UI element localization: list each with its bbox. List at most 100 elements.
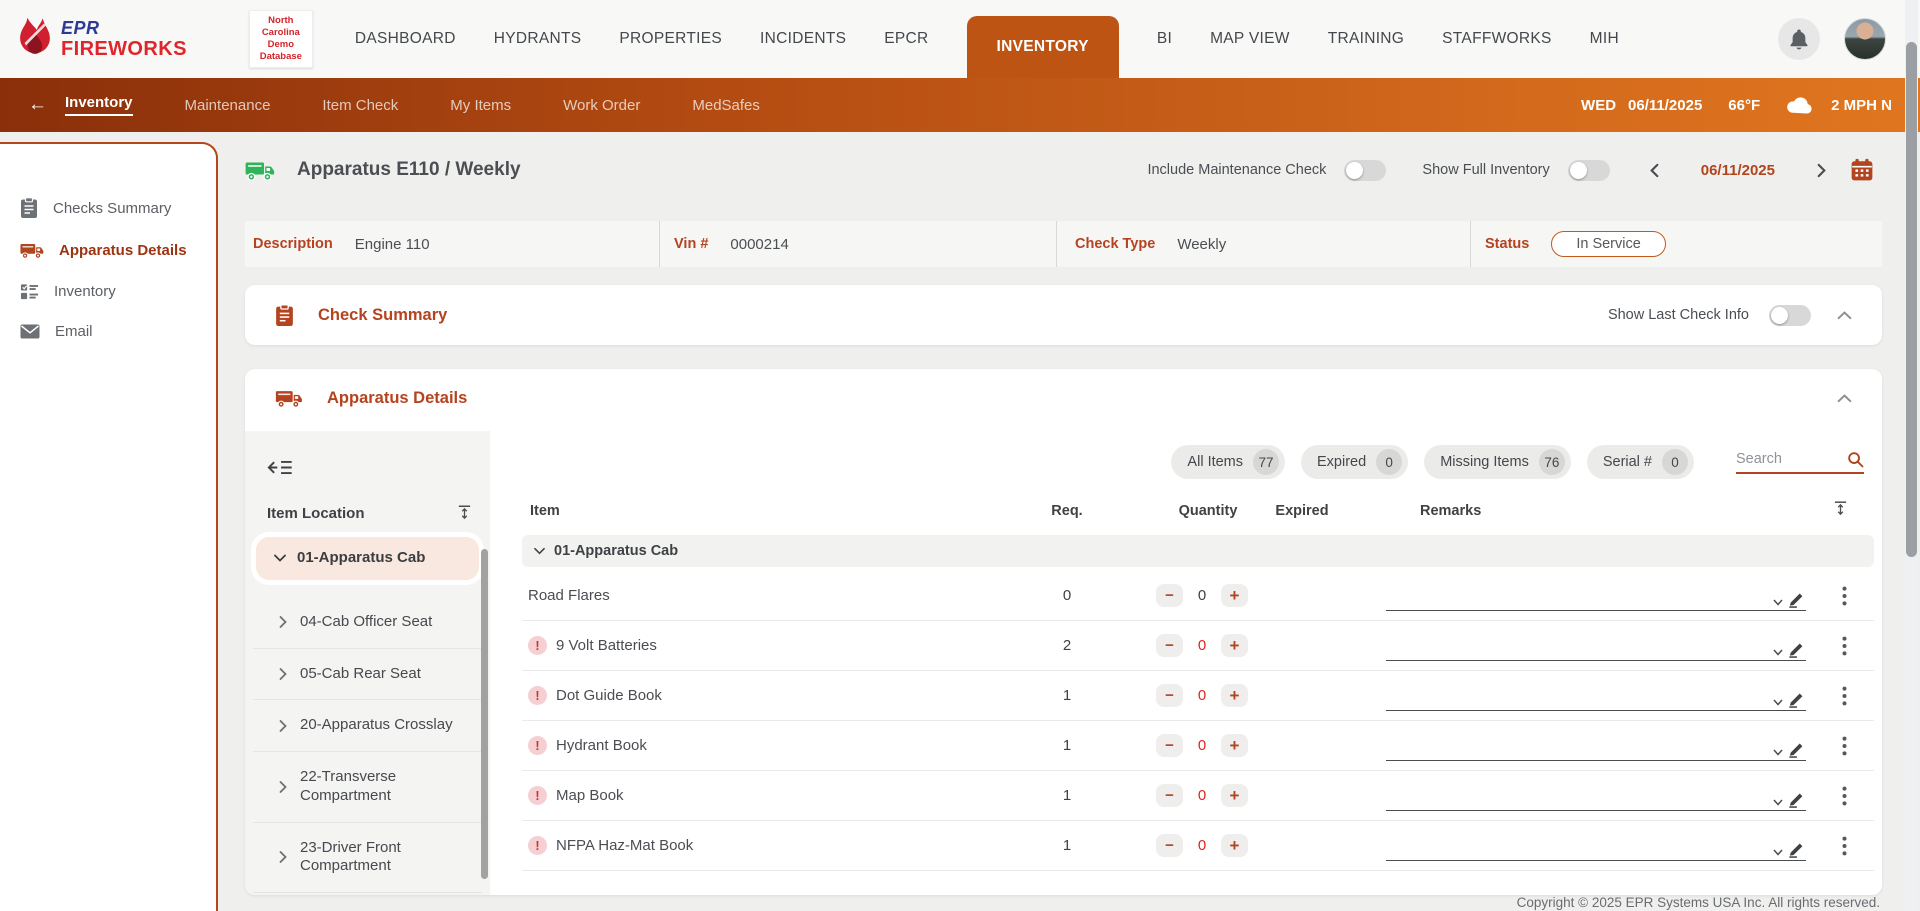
vin-value: 0000214 [730, 236, 788, 253]
increment-button[interactable] [1221, 734, 1248, 757]
remarks-input[interactable] [1386, 587, 1806, 611]
remarks-input[interactable] [1386, 837, 1806, 861]
search-input[interactable]: Search [1736, 451, 1864, 474]
chevron-down-icon[interactable] [1773, 849, 1783, 856]
chevron-down-icon[interactable] [1773, 649, 1783, 656]
location-tree-item[interactable]: 05-Cab Rear Seat [253, 649, 482, 701]
nav-tab[interactable]: TRAINING [1328, 30, 1404, 48]
sidebar-item-email[interactable]: Email [0, 312, 216, 351]
chevron-icon [276, 552, 284, 564]
row-menu-kebab-icon[interactable] [1838, 582, 1851, 609]
filter-chip[interactable]: Missing Items 76 [1424, 445, 1571, 479]
row-menu-kebab-icon[interactable] [1838, 832, 1851, 859]
nav-tab[interactable]: MIH [1590, 30, 1619, 48]
edit-pencil-icon[interactable] [1787, 691, 1804, 708]
remarks-input[interactable] [1386, 737, 1806, 761]
previous-date-button[interactable] [1650, 163, 1659, 178]
subnav-item[interactable]: MedSafes [692, 97, 760, 114]
edit-pencil-icon[interactable] [1787, 741, 1804, 758]
increment-button[interactable] [1221, 584, 1248, 607]
edit-pencil-icon[interactable] [1787, 841, 1804, 858]
sidebar-item-inventory[interactable]: Inventory [0, 271, 216, 312]
nav-tab[interactable]: INCIDENTS [760, 30, 846, 48]
filter-chip[interactable]: Serial # 0 [1587, 445, 1694, 479]
subnav-item[interactable]: Work Order [563, 97, 640, 114]
row-menu-kebab-icon[interactable] [1838, 782, 1851, 809]
location-tree-item[interactable]: 04-Cab Officer Seat [253, 597, 482, 649]
decrement-button[interactable] [1156, 584, 1183, 607]
location-tree-item[interactable]: 23-Driver Front Compartment [253, 823, 482, 894]
filter-chip[interactable]: Expired 0 [1301, 445, 1408, 479]
include-maintenance-toggle[interactable] [1344, 160, 1386, 181]
sidebar-item-label: Checks Summary [53, 200, 171, 217]
row-menu-kebab-icon[interactable] [1838, 732, 1851, 759]
show-last-check-toggle[interactable] [1769, 305, 1811, 326]
subnav-item[interactable]: My Items [450, 97, 511, 114]
chevron-down-icon[interactable] [1773, 699, 1783, 706]
page-scrollbar-thumb[interactable] [1906, 42, 1917, 557]
expand-rows-icon[interactable] [1833, 501, 1848, 518]
row-menu-kebab-icon[interactable] [1838, 632, 1851, 659]
epr-fireworks-logo[interactable]: EPR FIREWORKS [18, 17, 187, 61]
nav-tab[interactable]: DASHBOARD [355, 30, 456, 48]
nav-tab[interactable]: PROPERTIES [619, 30, 722, 48]
collapse-section-icon[interactable] [1837, 311, 1852, 320]
decrement-button[interactable] [1156, 834, 1183, 857]
location-label: 23-Driver Front Compartment [300, 839, 478, 877]
edit-pencil-icon[interactable] [1787, 791, 1804, 808]
tree-scrollbar[interactable] [481, 549, 488, 879]
sidebar-item-checks-summary[interactable]: Checks Summary [0, 186, 216, 230]
edit-pencil-icon[interactable] [1787, 641, 1804, 658]
filter-chip[interactable]: All Items 77 [1171, 445, 1285, 479]
user-avatar[interactable] [1844, 18, 1886, 60]
increment-button[interactable] [1221, 784, 1248, 807]
location-tree-item[interactable]: 22-Transverse Compartment [253, 752, 482, 823]
collapse-panel-icon[interactable] [267, 459, 293, 476]
subnav-item-inventory[interactable]: Inventory [65, 94, 133, 116]
chevron-down-icon[interactable] [1773, 799, 1783, 806]
chevron-down-icon[interactable] [1773, 749, 1783, 756]
nav-tab[interactable]: BI [1157, 30, 1172, 48]
nav-tab[interactable]: STAFFWORKS [1442, 30, 1552, 48]
remarks-input[interactable] [1386, 637, 1806, 661]
left-sidebar: Checks Summary Apparatus Details [0, 142, 218, 911]
check-date[interactable]: 06/11/2025 [1701, 162, 1775, 179]
collapse-section-icon[interactable] [1837, 394, 1852, 403]
decrement-button[interactable] [1156, 734, 1183, 757]
location-tree-item[interactable]: 32-Driver Rear [253, 893, 482, 895]
increment-button[interactable] [1221, 634, 1248, 657]
notifications-button[interactable] [1778, 18, 1820, 60]
decrement-button[interactable] [1156, 784, 1183, 807]
decrement-button[interactable] [1156, 684, 1183, 707]
item-name: Hydrant Book [556, 737, 647, 754]
decrement-button[interactable] [1156, 634, 1183, 657]
edit-pencil-icon[interactable] [1787, 591, 1804, 608]
filter-count-badge: 0 [1662, 449, 1688, 475]
back-arrow-icon[interactable]: ← [28, 94, 47, 116]
apparatus-details-controls [1837, 394, 1852, 403]
page-scrollbar[interactable] [1905, 0, 1918, 911]
sidebar-item-apparatus-details[interactable]: Apparatus Details [0, 230, 216, 271]
chevron-down-icon[interactable] [1773, 599, 1783, 606]
show-full-inventory-toggle[interactable] [1568, 160, 1610, 181]
remarks-input[interactable] [1386, 787, 1806, 811]
apparatus-details-title: Apparatus Details [327, 389, 467, 408]
nav-tab[interactable]: INVENTORY [967, 16, 1119, 78]
location-tree-item[interactable]: 20-Apparatus Crosslay [253, 700, 482, 752]
subnav-item[interactable]: Maintenance [185, 97, 271, 114]
expand-all-icon[interactable] [457, 505, 472, 522]
next-date-button[interactable] [1817, 163, 1826, 178]
increment-button[interactable] [1221, 684, 1248, 707]
quantity-value: 0 [1196, 787, 1208, 804]
location-tree-item[interactable]: 01-Apparatus Cab [251, 532, 484, 585]
row-menu-kebab-icon[interactable] [1838, 682, 1851, 709]
remarks-input[interactable] [1386, 687, 1806, 711]
nav-tab[interactable]: MAP VIEW [1210, 30, 1290, 48]
nav-tab[interactable]: EPCR [884, 30, 928, 48]
location-group-row[interactable]: 01-Apparatus Cab [522, 535, 1874, 567]
status-badge[interactable]: In Service [1551, 231, 1665, 257]
increment-button[interactable] [1221, 834, 1248, 857]
nav-tab[interactable]: HYDRANTS [494, 30, 582, 48]
subnav-item[interactable]: Item Check [322, 97, 398, 114]
calendar-icon[interactable] [1850, 158, 1874, 182]
